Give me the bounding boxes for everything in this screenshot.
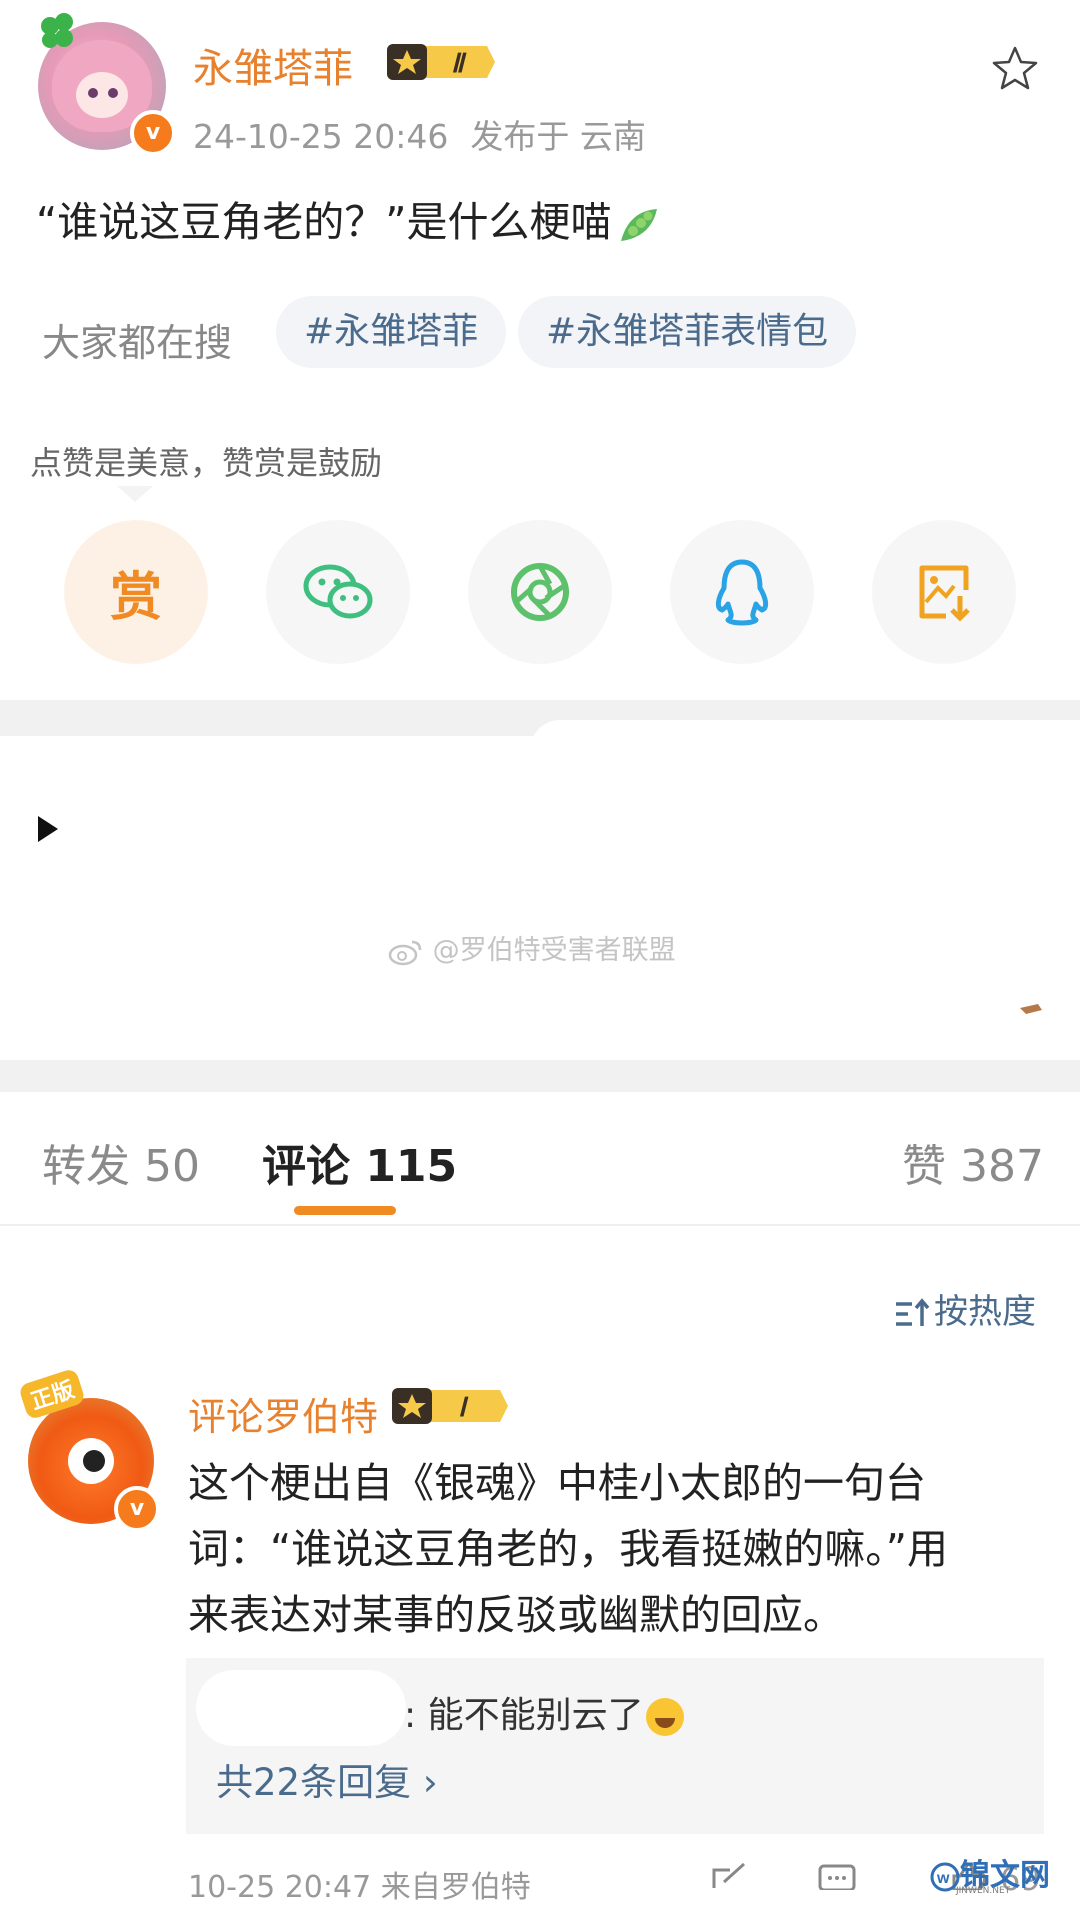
moments-icon: [511, 563, 569, 621]
avatar-pupil: [83, 1450, 105, 1472]
post-timestamp: 24-10-25 20:46: [193, 117, 449, 156]
share-icon[interactable]: [710, 1862, 750, 1890]
commenter-avatar[interactable]: v: [28, 1398, 160, 1532]
section-divider: [0, 1060, 1080, 1092]
laughing-emoji-icon: [645, 1698, 684, 1736]
author-name[interactable]: 永雏塔菲: [193, 36, 353, 94]
qq-icon: [715, 559, 769, 626]
site-subtitle: JINWEN.NET: [956, 1886, 1011, 1896]
sort-icon: [896, 1297, 930, 1326]
reply-line: : 能不能别云了: [404, 1686, 684, 1738]
site-logo: w 锦文网 JINWEN.NET: [930, 1850, 1050, 1896]
level-badge-icon: Ⅱ: [387, 44, 495, 80]
play-icon: [38, 816, 58, 842]
comment-line: 来表达对某事的反驳或幽默的回应。: [188, 1591, 844, 1639]
reply-text: : 能不能别云了: [404, 1695, 644, 1736]
favorite-star-icon[interactable]: [990, 44, 1040, 94]
weibo-logo-icon: [388, 940, 422, 965]
avatar-face: [76, 72, 128, 118]
search-label: 大家都在搜: [42, 321, 233, 365]
tab-comments[interactable]: 评论 115: [262, 1130, 457, 1194]
watermark-text: @罗伯特受害者联盟: [432, 935, 676, 966]
save-image-icon: [919, 565, 970, 622]
avatar-eye: [108, 88, 118, 98]
post-location: 发布于 云南: [470, 117, 646, 156]
comment-icon[interactable]: [818, 1862, 858, 1890]
save-image-button[interactable]: [872, 520, 1016, 664]
tab-repost[interactable]: 转发 50: [42, 1130, 200, 1194]
reward-button[interactable]: 赏: [64, 520, 208, 664]
comment-line: 这个梗出自《银魂》中桂小太郎的一句台: [188, 1459, 926, 1507]
sort-label: 按热度: [934, 1292, 1036, 1332]
hashtag-chip[interactable]: #永雏塔菲表情包: [518, 296, 857, 368]
verified-badge-icon: v: [114, 1486, 160, 1532]
image-watermark: @罗伯特受害者联盟: [388, 928, 676, 967]
post-meta: 24-10-25 20:46 发布于 云南: [193, 110, 646, 158]
tooltip-caret: [117, 486, 153, 502]
comment-text: 这个梗出自《银魂》中桂小太郎的一句台 词：“谁说这豆角老的，我看挺嫩的嘛。”用 …: [188, 1450, 1048, 1648]
wechat-icon: [303, 564, 373, 619]
share-wechat-button[interactable]: [266, 520, 410, 664]
level-badge-icon: Ⅰ: [392, 1388, 508, 1424]
commenter-name[interactable]: 评论罗伯特: [188, 1386, 378, 1441]
avatar-eye: [88, 88, 98, 98]
verified-badge-icon: v: [130, 110, 176, 156]
comment-line: 词：“谁说这豆角老的，我看挺嫩的嘛。”用: [188, 1525, 948, 1573]
reward-icon: 赏: [109, 567, 162, 628]
pea-pod-emoji-icon: [621, 209, 658, 241]
comment-meta: 10-25 20:47 来自罗伯特: [188, 1870, 531, 1905]
post-text-content: “谁说这豆角老的？”是什么梗喵: [36, 198, 612, 246]
hashtag-chip[interactable]: #永雏塔菲: [276, 296, 507, 368]
redacted-name: [196, 1670, 406, 1746]
active-tab-indicator: [294, 1206, 396, 1215]
svg-text:w: w: [936, 1870, 950, 1887]
divider: [0, 1224, 1080, 1226]
share-moments-button[interactable]: [468, 520, 612, 664]
brush-icon: [1020, 1004, 1042, 1014]
view-replies-link[interactable]: 共22条回复 ›: [216, 1752, 438, 1806]
share-qq-button[interactable]: [670, 520, 814, 664]
clover-icon: [41, 13, 73, 48]
reward-tip: 点赞是美意，赞赏是鼓励: [30, 444, 383, 482]
post-text: “谁说这豆角老的？”是什么梗喵: [36, 188, 663, 248]
sort-by-hot-button[interactable]: 按热度: [894, 1284, 1036, 1333]
tab-likes[interactable]: 赞 387: [902, 1130, 1044, 1194]
image-edge: [530, 720, 1080, 760]
